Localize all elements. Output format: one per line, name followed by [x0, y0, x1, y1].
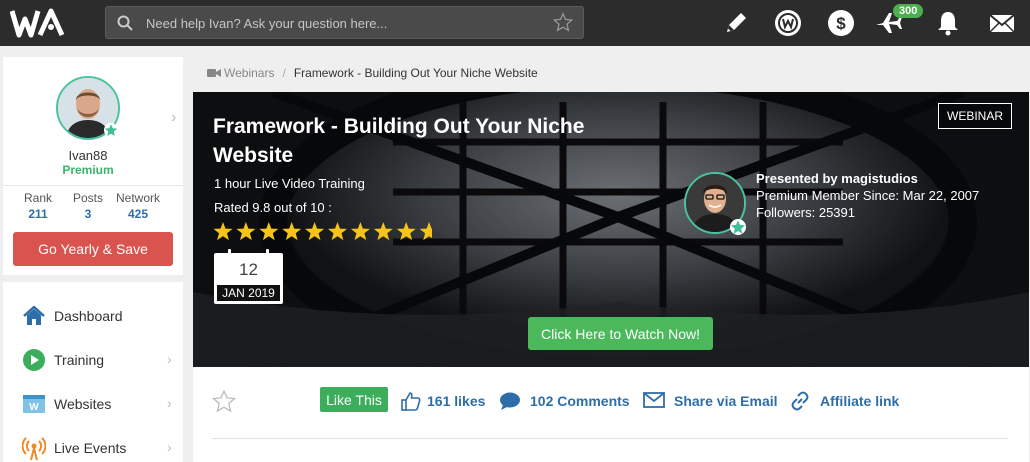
rating-star-icon: [419, 222, 432, 241]
sidebar-item-label: Training: [54, 352, 105, 368]
presenter-followers: Followers: 25391: [756, 205, 855, 220]
stat-network[interactable]: Network 425: [108, 191, 168, 221]
divider: [3, 185, 183, 186]
rating-stars: [213, 222, 432, 241]
top-bar: $ 300: [0, 0, 1030, 46]
username[interactable]: Ivan88: [3, 148, 173, 163]
rating-star-icon: [305, 222, 325, 241]
home-icon: [23, 305, 45, 325]
breadcrumb: Webinars / Framework - Building Out Your N…: [207, 66, 538, 80]
membership-label: Premium: [62, 163, 114, 177]
search-box[interactable]: [105, 6, 584, 39]
watch-now-button[interactable]: Click Here to Watch Now!: [528, 317, 713, 350]
rating-star-icon: [396, 222, 416, 241]
wa-logo[interactable]: [10, 7, 72, 39]
calendar-ring: [228, 249, 231, 257]
rating-star-icon: [236, 222, 256, 241]
comments-count: 102 Comments: [530, 393, 630, 409]
likes-count: 161 likes: [427, 393, 486, 409]
rating-star-icon: [350, 222, 370, 241]
wa-circle-icon[interactable]: [774, 9, 802, 37]
rating-star-icon: [327, 222, 348, 241]
date-day: 12: [239, 260, 258, 279]
envelope-icon: [643, 392, 665, 408]
comments-link[interactable]: 102 Comments: [499, 391, 639, 411]
webinar-tag: WEBINAR: [938, 103, 1013, 129]
go-yearly-button[interactable]: Go Yearly & Save: [13, 232, 173, 266]
notification-badge: 300: [893, 4, 924, 18]
svg-text:$: $: [836, 14, 846, 33]
dollar-icon[interactable]: $: [827, 9, 855, 37]
pencil-icon[interactable]: [722, 9, 750, 37]
search-icon: [117, 15, 133, 31]
share-email-label: Share via Email: [674, 393, 778, 409]
chevron-right-icon: ›: [167, 351, 172, 367]
likes-link[interactable]: 161 likes: [401, 391, 491, 411]
sidebar-item-dashboard[interactable]: Dashboard: [3, 296, 183, 336]
sidebar-item-websites[interactable]: W Websites ›: [3, 384, 183, 424]
thumbs-up-icon: [401, 392, 421, 411]
sidebar-item-live-events[interactable]: Live Events ›: [3, 428, 183, 462]
presenter-name[interactable]: Presented by magistudios: [756, 171, 918, 186]
svg-text:W: W: [29, 402, 39, 413]
chevron-right-icon[interactable]: ›: [171, 109, 176, 127]
stat-value: 425: [127, 207, 149, 221]
date-month-year: JAN 2019: [217, 285, 280, 301]
bell-icon[interactable]: [934, 9, 962, 37]
divider: [212, 438, 1008, 439]
share-email-link[interactable]: Share via Email: [643, 391, 788, 411]
sidebar-item-label: Live Events: [54, 440, 127, 456]
profile-card: › Ivan88 Premium Rank 211 Posts 3 Networ…: [3, 57, 183, 275]
favorite-star-icon[interactable]: [212, 389, 236, 413]
premium-star-icon: [730, 219, 746, 235]
breadcrumb-separator: /: [282, 66, 286, 80]
webinar-subtitle: 1 hour Live Video Training: [214, 176, 365, 191]
rating-star-icon: [259, 222, 279, 241]
premium-star-icon: [104, 123, 118, 137]
rating-star-icon: [282, 222, 302, 241]
webinar-hero: Framework - Building Out Your Niche Webs…: [193, 92, 1029, 367]
website-icon: W: [23, 395, 45, 413]
sidebar-item-label: Websites: [54, 396, 112, 412]
sidebar-item-training[interactable]: Training ›: [3, 340, 183, 380]
chevron-right-icon: ›: [167, 395, 172, 411]
play-icon: [23, 349, 45, 371]
action-row: Like This 161 likes 102 Comments Share v…: [193, 367, 1029, 462]
chevron-right-icon: ›: [167, 439, 172, 455]
sidebar-nav: Dashboard Training › W Websites › Live E…: [3, 282, 183, 462]
calendar-ring: [266, 249, 269, 257]
webinar-title: Framework - Building Out Your Niche Webs…: [213, 115, 585, 167]
affiliate-link[interactable]: Affiliate link: [789, 391, 909, 411]
star-outline-icon[interactable]: [553, 12, 573, 32]
stat-label: Network: [115, 191, 160, 205]
comment-bubble-icon: [500, 392, 520, 410]
affiliate-label: Affiliate link: [820, 393, 900, 409]
video-camera-icon: [207, 69, 221, 77]
webinar-rating-text: Rated 9.8 out of 10 :: [214, 200, 332, 215]
link-chain-icon: [791, 391, 809, 411]
presenter-since: Premium Member Since: Mar 22, 2007: [756, 188, 980, 203]
rating-star-icon: [373, 222, 393, 241]
mail-icon[interactable]: [988, 9, 1016, 37]
breadcrumb-webinars-link[interactable]: Webinars: [224, 66, 274, 80]
broadcast-icon: [22, 437, 46, 460]
search-input[interactable]: [146, 13, 546, 33]
like-this-button[interactable]: Like This: [320, 387, 388, 412]
date-calendar: 12 JAN 2019: [214, 249, 283, 304]
breadcrumb-current: Framework - Building Out Your Niche Webs…: [293, 66, 538, 80]
rating-star-icon: [213, 222, 233, 241]
sidebar-item-label: Dashboard: [54, 308, 123, 324]
